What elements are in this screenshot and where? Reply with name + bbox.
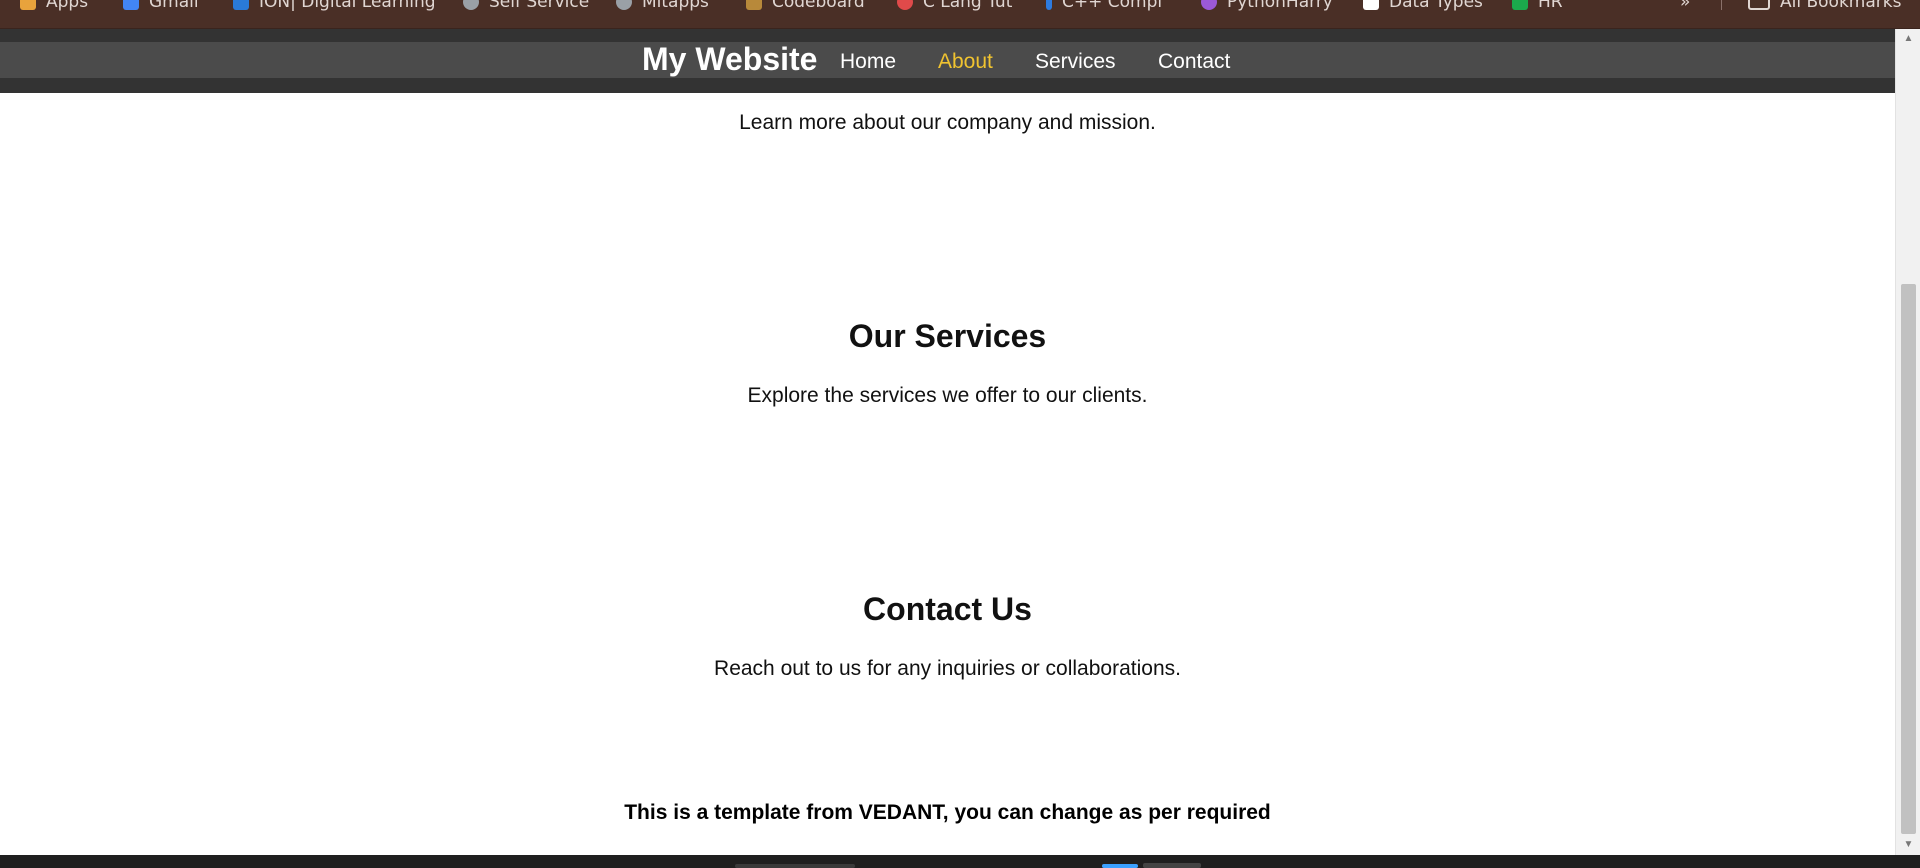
about-text: Learn more about our company and mission… bbox=[739, 111, 1156, 134]
taskbar-item[interactable] bbox=[735, 864, 855, 868]
bookmark-label: C Lang Tut bbox=[923, 0, 1013, 12]
services-heading: Our Services bbox=[848, 318, 1047, 354]
ion-icon bbox=[233, 0, 249, 10]
taskbar-item[interactable] bbox=[1143, 863, 1201, 868]
scroll-up-arrow-icon[interactable]: ▲ bbox=[1896, 29, 1920, 49]
bookmark-label: Codeboard bbox=[772, 0, 865, 12]
bookmark-label: Apps bbox=[46, 0, 89, 12]
bookmark-hr[interactable]: HR bbox=[1512, 0, 1563, 13]
taskbar-item[interactable] bbox=[1102, 864, 1138, 868]
folder-outline-icon bbox=[1748, 0, 1770, 10]
bookmark-label: Gmail bbox=[149, 0, 199, 12]
site-navbar: My Website Home About Services Contact bbox=[0, 29, 1895, 93]
bookmark-label: Data Types bbox=[1389, 0, 1483, 12]
bookmark-label: HR bbox=[1538, 0, 1563, 12]
bookmark-data-types[interactable]: Data Types bbox=[1363, 0, 1483, 13]
bookmark-label: Mitapps bbox=[642, 0, 709, 12]
site-brand[interactable]: My Website bbox=[642, 41, 817, 78]
globe-icon bbox=[463, 0, 479, 10]
apps-grid-icon bbox=[20, 0, 36, 10]
contact-heading: Contact Us bbox=[863, 591, 1032, 627]
nav-link-home[interactable]: Home bbox=[840, 50, 896, 74]
bookmark-pythonharry[interactable]: PythonHarry bbox=[1201, 0, 1333, 13]
bookmark-self-service[interactable]: Self Service bbox=[463, 0, 589, 13]
bookmark-codeboard[interactable]: Codeboard bbox=[746, 0, 865, 13]
bookmark-label: ION| Digital Learning bbox=[259, 0, 436, 12]
checkbox-icon bbox=[1363, 0, 1379, 10]
chevron-double-right-icon: » bbox=[1680, 0, 1691, 12]
contact-text: Reach out to us for any inquiries or col… bbox=[714, 657, 1181, 680]
vertical-scrollbar[interactable]: ▲ ▼ bbox=[1895, 29, 1920, 855]
python-icon bbox=[1201, 0, 1217, 10]
bookmark-label: Self Service bbox=[489, 0, 590, 12]
bookmarks-overflow-button[interactable]: » bbox=[1680, 0, 1690, 13]
nav-link-services[interactable]: Services bbox=[1035, 50, 1116, 74]
bookmark-label: PythonHarry bbox=[1227, 0, 1333, 12]
globe-icon bbox=[616, 0, 632, 10]
bookmark-ion[interactable]: ION| Digital Learning bbox=[233, 0, 436, 13]
bookmark-cpp-compiler[interactable]: C++ Compi bbox=[1046, 0, 1162, 13]
all-bookmarks-button[interactable]: All Bookmarks bbox=[1748, 0, 1901, 13]
nav-link-about[interactable]: About bbox=[938, 50, 993, 74]
hackerrank-icon bbox=[1512, 0, 1528, 10]
bookmark-mitapps[interactable]: Mitapps bbox=[616, 0, 709, 13]
footer-note: This is a template from VEDANT, you can … bbox=[624, 801, 1271, 824]
services-text: Explore the services we offer to our cli… bbox=[747, 384, 1148, 407]
all-bookmarks-label: All Bookmarks bbox=[1780, 0, 1902, 12]
bookmark-label: C++ Compi bbox=[1062, 0, 1163, 12]
taskbar bbox=[0, 855, 1920, 868]
bookmark-apps[interactable]: Apps bbox=[20, 0, 88, 13]
nav-link-contact[interactable]: Contact bbox=[1158, 50, 1230, 74]
scrollbar-thumb[interactable] bbox=[1901, 284, 1916, 834]
folder-icon bbox=[746, 0, 762, 10]
bookmark-c-lang-tut[interactable]: C Lang Tut bbox=[897, 0, 1012, 13]
compiler-icon bbox=[1046, 0, 1052, 10]
scroll-down-arrow-icon[interactable]: ▼ bbox=[1896, 835, 1920, 855]
bookmark-gmail[interactable]: Gmail bbox=[123, 0, 199, 13]
bookmarks-separator bbox=[1721, 0, 1722, 10]
tutorial-icon bbox=[897, 0, 913, 10]
bookmarks-bar: Apps Gmail ION| Digital Learning Self Se… bbox=[0, 0, 1920, 29]
page-viewport: My Website Home About Services Contact L… bbox=[0, 29, 1895, 855]
gmail-icon bbox=[123, 0, 139, 10]
